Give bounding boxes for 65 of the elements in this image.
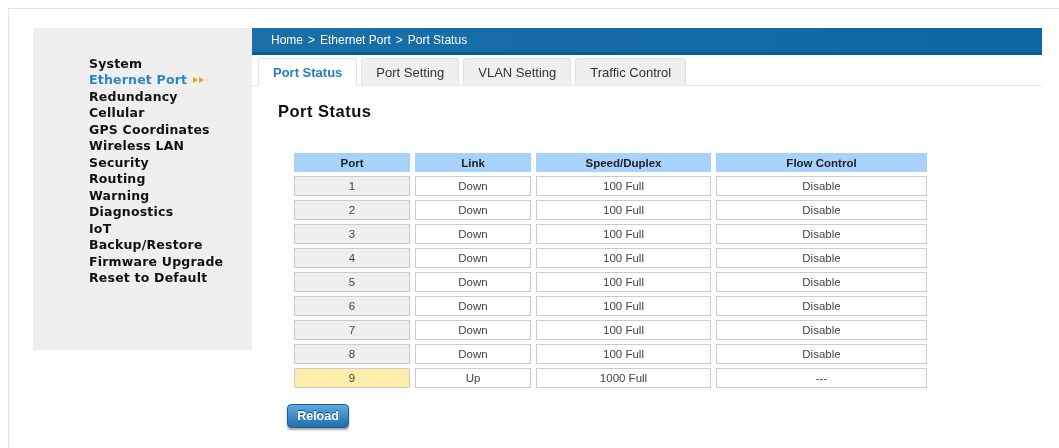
table-cell: 2 xyxy=(294,200,410,220)
table-cell: Down xyxy=(415,272,531,292)
sidebar-item[interactable]: Diagnostics xyxy=(89,204,174,220)
table-cell: Up xyxy=(415,368,531,388)
reload-button[interactable]: Reload xyxy=(287,404,349,428)
tab[interactable]: VLAN Setting xyxy=(463,58,572,85)
table-cell: Disable xyxy=(716,200,927,220)
breadcrumb-separator: > xyxy=(308,33,316,47)
table-cell: 100 Full xyxy=(536,224,711,244)
table-cell: Disable xyxy=(716,344,927,364)
table-cell: 6 xyxy=(294,296,410,316)
column-header: Link xyxy=(415,153,531,172)
sidebar-item[interactable]: System xyxy=(89,55,143,71)
table-cell: 3 xyxy=(294,224,410,244)
table-cell: 100 Full xyxy=(536,320,711,340)
double-arrow-icon xyxy=(193,76,205,83)
sidebar-item[interactable]: Cellular xyxy=(89,105,145,121)
table-cell: Down xyxy=(415,224,531,244)
breadcrumb-item[interactable]: Ethernet Port xyxy=(320,33,391,47)
breadcrumb-item[interactable]: Home xyxy=(271,33,303,47)
table-cell: Disable xyxy=(716,224,927,244)
table-cell: 8 xyxy=(294,344,410,364)
table-cell: 1000 Full xyxy=(536,368,711,388)
table-cell: Down xyxy=(415,248,531,268)
table-cell: 100 Full xyxy=(536,272,711,292)
tab[interactable]: Port Setting xyxy=(361,58,460,85)
table-cell: --- xyxy=(716,368,927,388)
sidebar-item[interactable]: Wireless LAN xyxy=(89,138,185,154)
column-header: Speed/Duplex xyxy=(536,153,711,172)
table-cell: 4 xyxy=(294,248,410,268)
column-header: Port xyxy=(294,153,410,172)
column-header: Flow Control xyxy=(716,153,927,172)
sidebar-item[interactable]: GPS Coordinates xyxy=(89,121,210,137)
table-cell: Disable xyxy=(716,248,927,268)
table-cell: 100 Full xyxy=(536,296,711,316)
table-cell: 100 Full xyxy=(536,344,711,364)
sidebar-item[interactable]: IoT xyxy=(89,220,112,236)
table-cell: Down xyxy=(415,296,531,316)
sidebar-item[interactable]: Redundancy xyxy=(89,88,178,104)
table-cell: Disable xyxy=(716,296,927,316)
tab[interactable]: Traffic Control xyxy=(575,58,687,85)
table-cell: 9 xyxy=(294,368,410,388)
table-cell: Down xyxy=(415,176,531,196)
sidebar-item[interactable]: Security xyxy=(89,154,149,170)
table-cell: Down xyxy=(415,344,531,364)
table-cell: 100 Full xyxy=(536,176,711,196)
table-cell: 100 Full xyxy=(536,248,711,268)
table-cell: 7 xyxy=(294,320,410,340)
table-cell: Down xyxy=(415,200,531,220)
table-cell: 5 xyxy=(294,272,410,292)
table-cell: Disable xyxy=(716,176,927,196)
sidebar-item[interactable]: Warning xyxy=(89,187,150,203)
sidebar-item[interactable]: Backup/Restore xyxy=(89,237,203,253)
page-heading: Port Status xyxy=(278,102,373,121)
breadcrumb-item[interactable]: Port Status xyxy=(407,33,468,47)
sidebar-item[interactable]: Firmware Upgrade xyxy=(89,253,224,269)
table-cell: Down xyxy=(415,320,531,340)
breadcrumb-separator: > xyxy=(395,33,403,47)
table-cell: Disable xyxy=(716,320,927,340)
sidebar-item[interactable]: Reset to Default xyxy=(89,270,208,286)
table-cell: Disable xyxy=(716,272,927,292)
table-cell: 1 xyxy=(294,176,410,196)
sidebar-item[interactable]: Routing xyxy=(89,171,146,187)
tab[interactable]: Port Status xyxy=(258,58,358,86)
table-cell: 100 Full xyxy=(536,200,711,220)
